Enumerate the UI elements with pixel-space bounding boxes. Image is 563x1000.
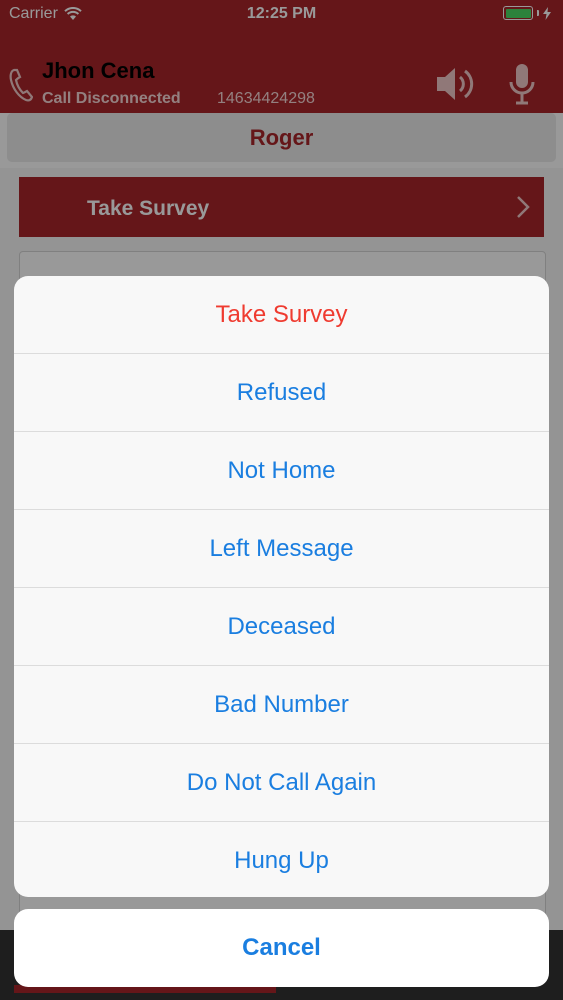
action-do-not-call-again[interactable]: Do Not Call Again — [14, 744, 549, 822]
action-refused[interactable]: Refused — [14, 354, 549, 432]
action-bad-number[interactable]: Bad Number — [14, 666, 549, 744]
action-not-home[interactable]: Not Home — [14, 432, 549, 510]
action-deceased[interactable]: Deceased — [14, 588, 549, 666]
action-left-message[interactable]: Left Message — [14, 510, 549, 588]
cancel-button[interactable]: Cancel — [14, 909, 549, 987]
action-hung-up[interactable]: Hung Up — [14, 822, 549, 897]
action-sheet: Take Survey Refused Not Home Left Messag… — [14, 276, 549, 897]
action-take-survey[interactable]: Take Survey — [14, 276, 549, 354]
